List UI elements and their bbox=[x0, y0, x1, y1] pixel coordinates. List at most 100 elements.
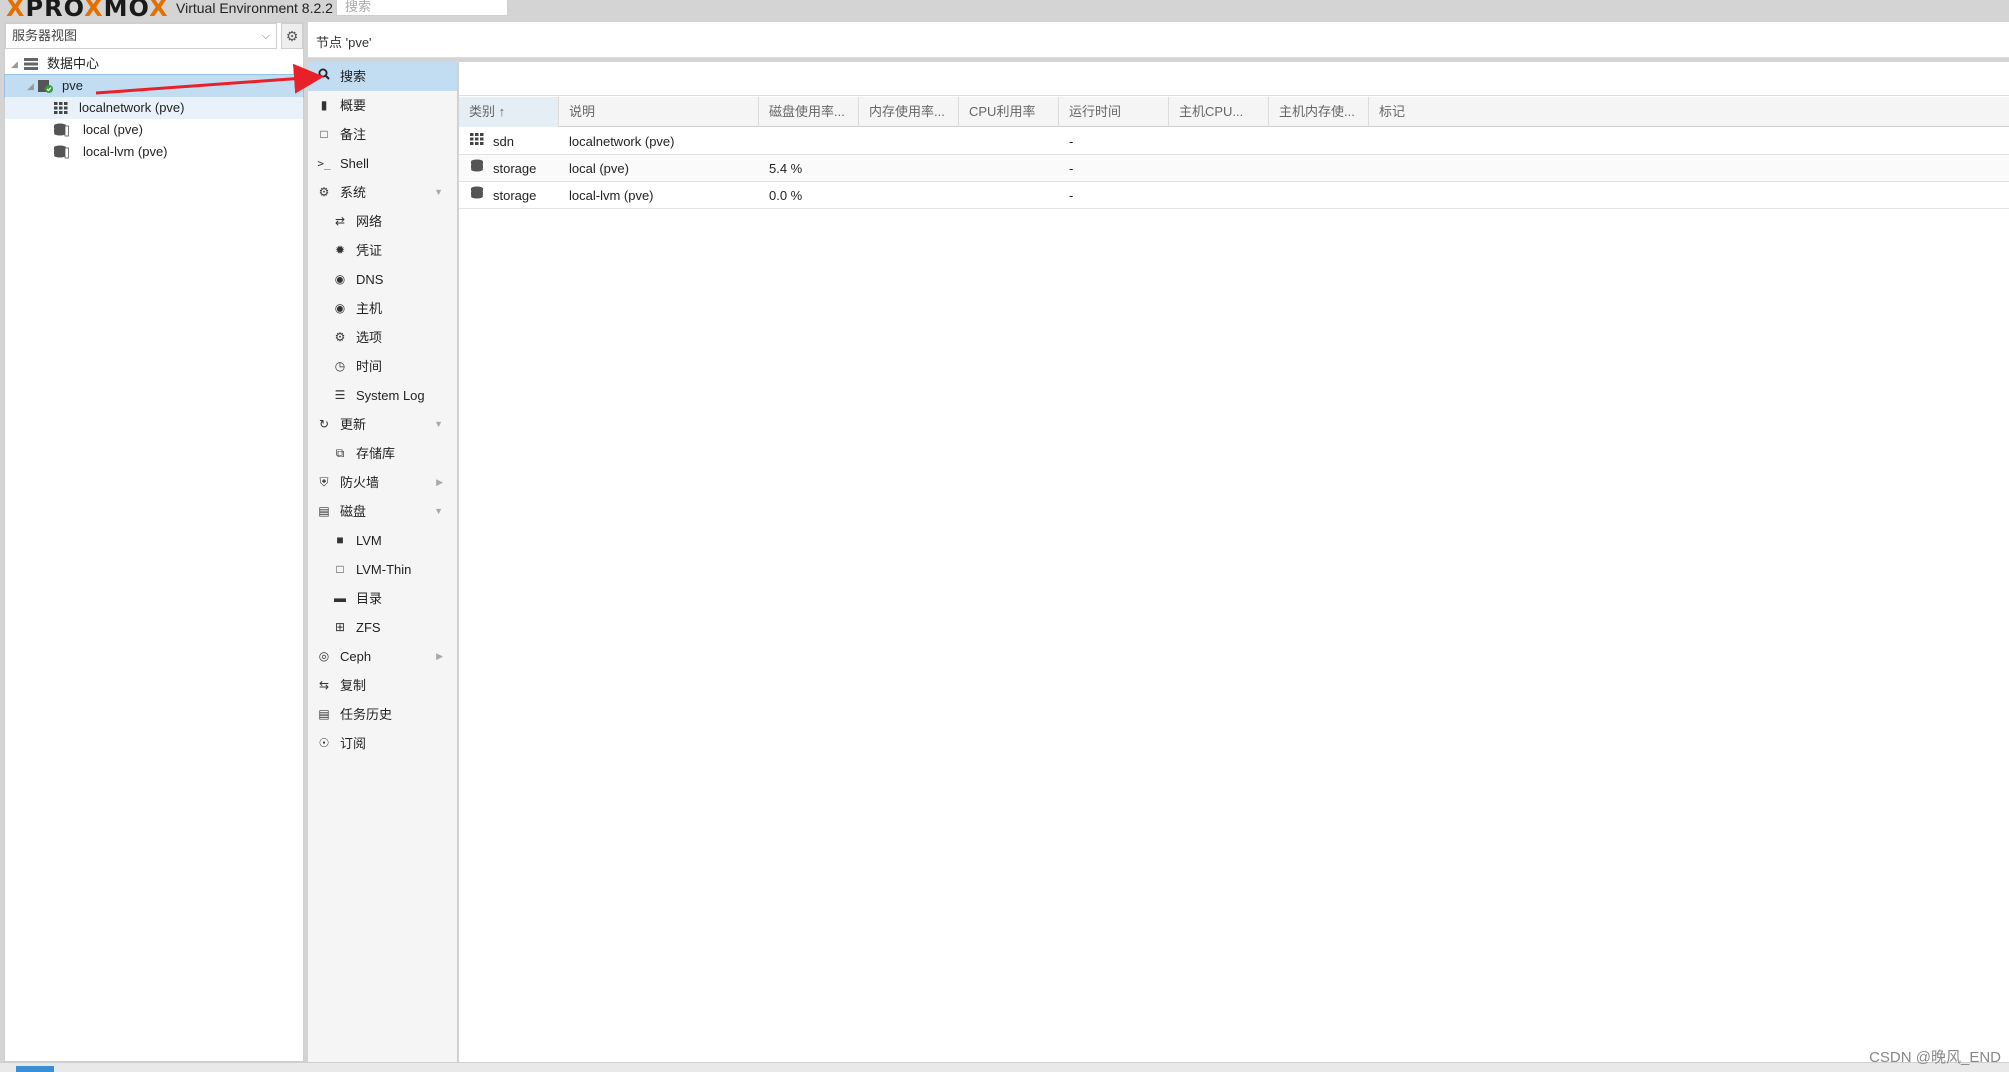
menu-item-dns[interactable]: ◉ DNS bbox=[308, 265, 457, 294]
support-icon: ☉ bbox=[318, 736, 330, 750]
bottom-tab[interactable] bbox=[16, 1066, 54, 1072]
tree-item-label: local (pve) bbox=[83, 122, 143, 137]
menu-item-label: 任务历史 bbox=[340, 707, 393, 722]
cell-uptime: - bbox=[1069, 161, 1074, 176]
tree-item-datacenter[interactable]: ◢ 数据中心 bbox=[5, 53, 303, 75]
expand-icon[interactable]: ◢ bbox=[27, 75, 34, 97]
menu-item-options[interactable]: ⚙ 选项 bbox=[308, 323, 457, 352]
table-row[interactable]: sdn localnetwork (pve) - bbox=[459, 128, 2009, 155]
proxmox-logo[interactable]: XPROXMOX bbox=[6, 0, 169, 20]
table-row[interactable]: storage local-lvm (pve) 0.0 % - bbox=[459, 182, 2009, 209]
menu-item-subscription[interactable]: ☉ 订阅 bbox=[308, 729, 457, 758]
column-header-cpu-usage[interactable]: CPU利用率 bbox=[959, 97, 1059, 127]
menu-item-certificates[interactable]: ✹ 凭证 bbox=[308, 236, 457, 265]
retweet-icon: ⇆ bbox=[318, 678, 330, 692]
menu-item-hosts[interactable]: ◉ 主机 bbox=[308, 294, 457, 323]
cell-type: storage bbox=[493, 188, 537, 203]
menu-item-label: 目录 bbox=[356, 591, 383, 606]
square-outline-icon: □ bbox=[336, 562, 344, 576]
globe-icon: ◉ bbox=[334, 301, 346, 315]
gear-icon[interactable]: ⚙ bbox=[281, 23, 303, 49]
chevron-down-icon: ⌵ bbox=[261, 30, 270, 42]
column-header-host-cpu[interactable]: 主机CPU... bbox=[1169, 97, 1269, 127]
search-icon bbox=[316, 62, 332, 91]
grid-header: 类别 ↑ 说明 磁盘使用率... 内存使用率... CPU利用率 运行时间 主机… bbox=[459, 97, 2009, 127]
bottom-status-bar bbox=[0, 1062, 2009, 1072]
menu-item-ceph[interactable]: ◎ Ceph ▶ bbox=[308, 642, 457, 671]
menu-item-label: System Log bbox=[356, 388, 425, 403]
menu-item-disks[interactable]: ▤ 磁盘 ▼ bbox=[308, 497, 457, 526]
column-header-type[interactable]: 类别 ↑ bbox=[459, 97, 559, 127]
cogs-icon: ⚙ bbox=[318, 185, 330, 199]
menu-item-label: 概要 bbox=[340, 98, 367, 113]
menu-item-label: 时间 bbox=[356, 359, 383, 374]
note-icon: □ bbox=[320, 127, 328, 141]
menu-item-system-log[interactable]: ☰ System Log bbox=[308, 381, 457, 410]
grid-body: sdn localnetwork (pve) - storage local (… bbox=[459, 128, 2009, 209]
storage-icon bbox=[53, 123, 69, 137]
tree-item-localnetwork[interactable]: localnetwork (pve) bbox=[5, 97, 303, 119]
menu-item-label: 更新 bbox=[340, 417, 367, 432]
tree-item-label: 数据中心 bbox=[47, 56, 100, 71]
chevron-down-icon: ▼ bbox=[434, 419, 443, 429]
square-filled-icon: ■ bbox=[336, 533, 344, 547]
shield-icon: ⛨ bbox=[319, 475, 329, 489]
column-header-memory-usage[interactable]: 内存使用率... bbox=[859, 97, 959, 127]
view-select-value: 服务器视图 bbox=[12, 28, 78, 43]
cell-disk: 5.4 % bbox=[769, 161, 803, 176]
expand-icon[interactable]: ◢ bbox=[11, 53, 18, 75]
menu-item-label: 磁盘 bbox=[340, 504, 367, 519]
menu-item-shell[interactable]: >_ Shell bbox=[308, 149, 457, 178]
menu-item-lvm[interactable]: ■ LVM bbox=[308, 526, 457, 555]
tree-item-label: pve bbox=[62, 78, 83, 93]
column-header-description[interactable]: 说明 bbox=[559, 97, 759, 127]
cell-description: local-lvm (pve) bbox=[569, 188, 654, 203]
column-header-uptime[interactable]: 运行时间 bbox=[1059, 97, 1169, 127]
cell-disk: 0.0 % bbox=[769, 188, 803, 203]
content-header: 节点 'pve' bbox=[308, 22, 2009, 58]
menu-item-system[interactable]: ⚙ 系统 ▼ bbox=[308, 178, 457, 207]
menu-item-repositories[interactable]: ⧉ 存储库 bbox=[308, 439, 457, 468]
menu-item-time[interactable]: ◷ 时间 bbox=[308, 352, 457, 381]
menu-item-label: ZFS bbox=[356, 620, 381, 635]
column-header-tags[interactable]: 标记 bbox=[1369, 97, 2009, 127]
list-icon: ☰ bbox=[334, 388, 346, 402]
tree-item-pve[interactable]: ◢ pve bbox=[4, 74, 304, 98]
grid-icon bbox=[469, 129, 485, 156]
column-header-host-memory[interactable]: 主机内存使... bbox=[1269, 97, 1369, 127]
cell-description: localnetwork (pve) bbox=[569, 134, 675, 149]
tree-item-label: localnetwork (pve) bbox=[79, 100, 185, 115]
clock-icon: ◷ bbox=[334, 359, 346, 373]
chevron-right-icon: ▶ bbox=[436, 651, 443, 661]
menu-item-lvm-thin[interactable]: □ LVM-Thin bbox=[308, 555, 457, 584]
terminal-icon: >_ bbox=[317, 157, 331, 170]
menu-item-task-history[interactable]: ▤ 任务历史 bbox=[308, 700, 457, 729]
storage-icon bbox=[469, 156, 485, 183]
menu-item-label: DNS bbox=[356, 272, 384, 287]
menu-item-replication[interactable]: ⇆ 复制 bbox=[308, 671, 457, 700]
menu-item-search[interactable]: 搜索 bbox=[308, 62, 457, 91]
tree-item-local-lvm[interactable]: local-lvm (pve) bbox=[5, 141, 303, 163]
column-header-disk-usage[interactable]: 磁盘使用率... bbox=[759, 97, 859, 127]
menu-item-notes[interactable]: □ 备注 bbox=[308, 120, 457, 149]
menu-item-label: 订阅 bbox=[340, 736, 367, 751]
menu-item-network[interactable]: ⇄ 网络 bbox=[308, 207, 457, 236]
tree-item-local[interactable]: local (pve) bbox=[5, 119, 303, 141]
watermark: CSDN @晚风_END bbox=[1869, 1049, 2001, 1066]
menu-item-zfs[interactable]: ⊞ ZFS bbox=[308, 613, 457, 642]
grid-toolbar bbox=[459, 62, 2009, 96]
cell-uptime: - bbox=[1069, 188, 1074, 203]
menu-item-updates[interactable]: ↻ 更新 ▼ bbox=[308, 410, 457, 439]
refresh-icon: ↻ bbox=[318, 417, 330, 431]
th-large-icon: ⊞ bbox=[334, 620, 346, 634]
list-alt-icon: ▤ bbox=[318, 707, 330, 721]
view-select[interactable]: 服务器视图 ⌵ bbox=[5, 23, 277, 49]
menu-item-summary[interactable]: ▮ 概要 bbox=[308, 91, 457, 120]
menu-item-label: Shell bbox=[340, 156, 369, 171]
menu-item-label: 网络 bbox=[356, 214, 383, 229]
menu-item-firewall[interactable]: ⛨ 防火墙 ▶ bbox=[308, 468, 457, 497]
menu-item-label: 存储库 bbox=[356, 446, 396, 461]
search-input[interactable]: 搜索 bbox=[336, 0, 508, 16]
menu-item-directory[interactable]: ▬ 目录 bbox=[308, 584, 457, 613]
table-row[interactable]: storage local (pve) 5.4 % - bbox=[459, 155, 2009, 182]
